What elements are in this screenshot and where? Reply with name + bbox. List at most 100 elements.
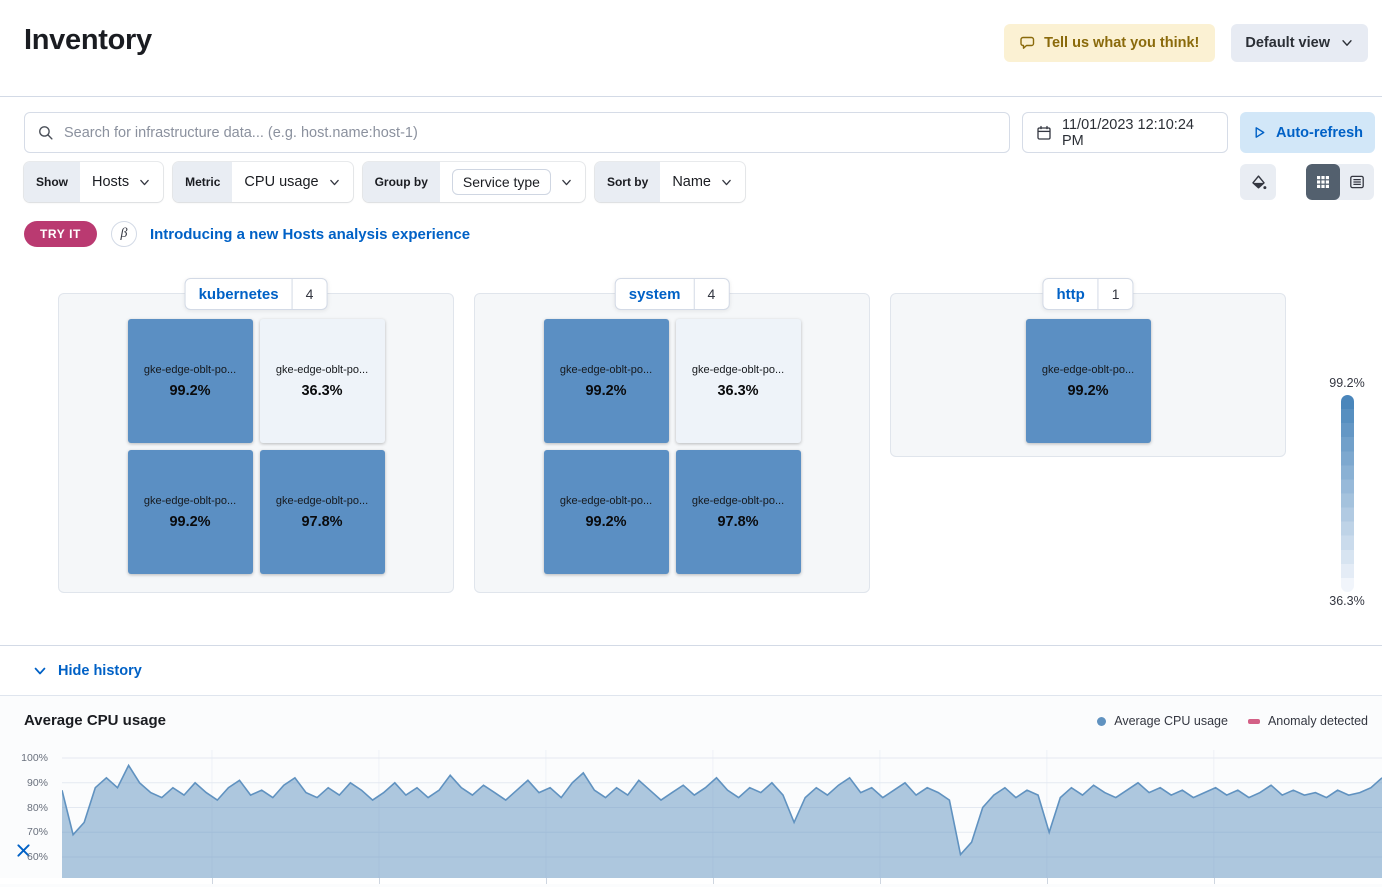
host-metric-value: 97.8% bbox=[717, 514, 758, 530]
try-it-badge[interactable]: TRY IT bbox=[24, 221, 97, 247]
color-gradient-legend bbox=[1341, 395, 1354, 592]
group-name: http bbox=[1043, 279, 1097, 309]
y-axis-label: 60% bbox=[0, 851, 48, 863]
inventory-page: Inventory Tell us what you think! Defaul… bbox=[0, 0, 1382, 887]
view-mode-switch bbox=[1306, 164, 1374, 200]
legend-item-avg[interactable]: Average CPU usage bbox=[1097, 714, 1228, 728]
chart-title: Average CPU usage bbox=[24, 712, 166, 729]
host-tile[interactable]: gke-edge-oblt-po...36.3% bbox=[676, 319, 801, 443]
auto-refresh-button[interactable]: Auto-refresh bbox=[1240, 112, 1375, 153]
group-label-http[interactable]: http1 bbox=[1042, 278, 1133, 310]
search-input[interactable] bbox=[64, 125, 997, 141]
legend-avg-label: Average CPU usage bbox=[1114, 714, 1228, 728]
y-axis-label: 80% bbox=[0, 802, 48, 814]
y-axis-label: 100% bbox=[0, 752, 48, 764]
chevron-down-icon bbox=[1340, 36, 1354, 50]
query-toolbar: 11/01/2023 12:10:24 PM Auto-refresh bbox=[24, 112, 1374, 153]
waffle-view-button[interactable] bbox=[1306, 164, 1340, 200]
host-metric-value: 99.2% bbox=[585, 383, 626, 399]
group-panel-kubernetes: kubernetes4gke-edge-oblt-po...99.2%gke-e… bbox=[58, 293, 454, 593]
tiles-grid: gke-edge-oblt-po... 99.2% gke-edge-oblt-po… bbox=[128, 319, 385, 574]
legend-item-anomaly[interactable]: Anomaly detected bbox=[1248, 714, 1368, 728]
waffle-map: 99.2% 36.3% kubernetes4gke-edge-oblt-po.… bbox=[0, 277, 1382, 627]
chevron-down-icon bbox=[560, 176, 573, 189]
tiles-grid: gke-edge-oblt-po...99.2% bbox=[1026, 319, 1151, 443]
host-metric-value: 36.3% bbox=[301, 383, 342, 399]
group-name: system bbox=[616, 279, 694, 309]
group-count: 4 bbox=[694, 279, 728, 309]
beta-icon: β bbox=[111, 221, 137, 247]
date-picker-value: 11/01/2023 12:10:24 PM bbox=[1062, 117, 1214, 149]
search-icon bbox=[37, 124, 54, 141]
group-panel-http: http1gke-edge-oblt-po...99.2% bbox=[890, 293, 1286, 457]
sort-by-filter-label: Sort by bbox=[595, 162, 660, 202]
sort-by-filter[interactable]: Sort by Name bbox=[595, 162, 745, 202]
chart-legend: Average CPU usage Anomaly detected bbox=[1097, 712, 1368, 728]
date-picker[interactable]: 11/01/2023 12:10:24 PM bbox=[1022, 112, 1228, 153]
host-name: gke-edge-oblt-po... bbox=[144, 364, 236, 376]
group-count: 1 bbox=[1099, 279, 1133, 309]
x-axis-tick bbox=[546, 878, 547, 884]
host-tile[interactable]: gke-edge-oblt-po...99.2% bbox=[1026, 319, 1151, 443]
group-name: kubernetes bbox=[186, 279, 292, 309]
host-metric-value: 99.2% bbox=[169, 514, 210, 530]
group-by-filter-value[interactable]: Service type bbox=[452, 169, 551, 195]
legend-max-value: 99.2% bbox=[1329, 376, 1364, 390]
group-label-system[interactable]: system4 bbox=[615, 278, 730, 310]
chevron-down-icon bbox=[138, 176, 151, 189]
host-name: gke-edge-oblt-po... bbox=[692, 495, 784, 507]
table-view-button[interactable] bbox=[1340, 164, 1374, 200]
x-axis-tick bbox=[1047, 878, 1048, 884]
host-metric-value: 99.2% bbox=[1067, 383, 1108, 399]
view-selector-button[interactable]: Default view bbox=[1231, 24, 1368, 62]
color-palette-button[interactable] bbox=[1240, 164, 1276, 200]
host-name: gke-edge-oblt-po... bbox=[560, 495, 652, 507]
host-name: gke-edge-oblt-po... bbox=[144, 495, 236, 507]
group-label-kubernetes[interactable]: kubernetes4 bbox=[185, 278, 328, 310]
tiles-grid: gke-edge-oblt-po... 99.2% gke-edge-oblt-po… bbox=[544, 319, 801, 574]
host-tile[interactable]: gke-edge-oblt-po...99.2% bbox=[128, 319, 253, 443]
x-axis-tick bbox=[880, 878, 881, 884]
chevron-down-icon bbox=[328, 176, 341, 189]
list-icon bbox=[1349, 174, 1365, 190]
history-toggle-label: Hide history bbox=[58, 663, 142, 679]
metric-filter-value: CPU usage bbox=[244, 174, 318, 190]
host-metric-value: 99.2% bbox=[585, 514, 626, 530]
page-title: Inventory bbox=[24, 24, 152, 57]
y-axis-label: 70% bbox=[0, 826, 48, 838]
host-tile[interactable]: gke-edge-oblt-po... 99.2% bbox=[544, 450, 669, 574]
host-tile[interactable]: gke-edge-oblt-po... 36.3% bbox=[260, 319, 385, 443]
metric-filter[interactable]: Metric CPU usage bbox=[173, 162, 353, 202]
host-tile[interactable]: gke-edge-oblt-po... 99.2% bbox=[128, 450, 253, 574]
history-toggle[interactable]: Hide history bbox=[0, 645, 1382, 695]
legend-min-value: 36.3% bbox=[1329, 594, 1364, 608]
cpu-history-chart[interactable]: 100% 90% 80% 70% 60% bbox=[0, 750, 1382, 878]
host-tile[interactable]: gke-edge-oblt-po... 97.8% bbox=[676, 450, 801, 574]
chart-header: Average CPU usage Average CPU usage Anom… bbox=[0, 696, 1382, 729]
x-axis-tick bbox=[1214, 878, 1215, 884]
beta-banner: TRY IT β Introducing a new Hosts analysi… bbox=[24, 221, 1358, 247]
host-tile[interactable]: gke-edge-oblt-po...99.2% bbox=[544, 319, 669, 443]
calendar-icon bbox=[1036, 125, 1052, 141]
group-by-filter-label: Group by bbox=[363, 162, 440, 202]
show-filter[interactable]: Show Hosts bbox=[24, 162, 163, 202]
hosts-analysis-link[interactable]: Introducing a new Hosts analysis experie… bbox=[150, 226, 470, 243]
legend-bar-icon bbox=[1248, 719, 1260, 724]
sort-by-filter-value: Name bbox=[672, 174, 711, 190]
x-axis-tick bbox=[379, 878, 380, 884]
metric-filter-label: Metric bbox=[173, 162, 232, 202]
host-tile[interactable]: gke-edge-oblt-po...97.8% bbox=[260, 450, 385, 574]
chevron-down-icon bbox=[720, 176, 733, 189]
group-by-filter[interactable]: Group by Service type bbox=[363, 162, 585, 202]
history-chart-section: Average CPU usage Average CPU usage Anom… bbox=[0, 695, 1382, 887]
area-chart-canvas[interactable] bbox=[62, 750, 1382, 878]
show-filter-label: Show bbox=[24, 162, 80, 202]
feedback-button[interactable]: Tell us what you think! bbox=[1004, 24, 1215, 62]
y-axis-label: 90% bbox=[0, 777, 48, 789]
host-name: gke-edge-oblt-po... bbox=[276, 495, 368, 507]
legend-anomaly-label: Anomaly detected bbox=[1268, 714, 1368, 728]
header-actions: Tell us what you think! Default view bbox=[1004, 24, 1368, 62]
group-count: 4 bbox=[293, 279, 327, 309]
host-name: gke-edge-oblt-po... bbox=[276, 364, 368, 376]
legend-dot-icon bbox=[1097, 717, 1106, 726]
